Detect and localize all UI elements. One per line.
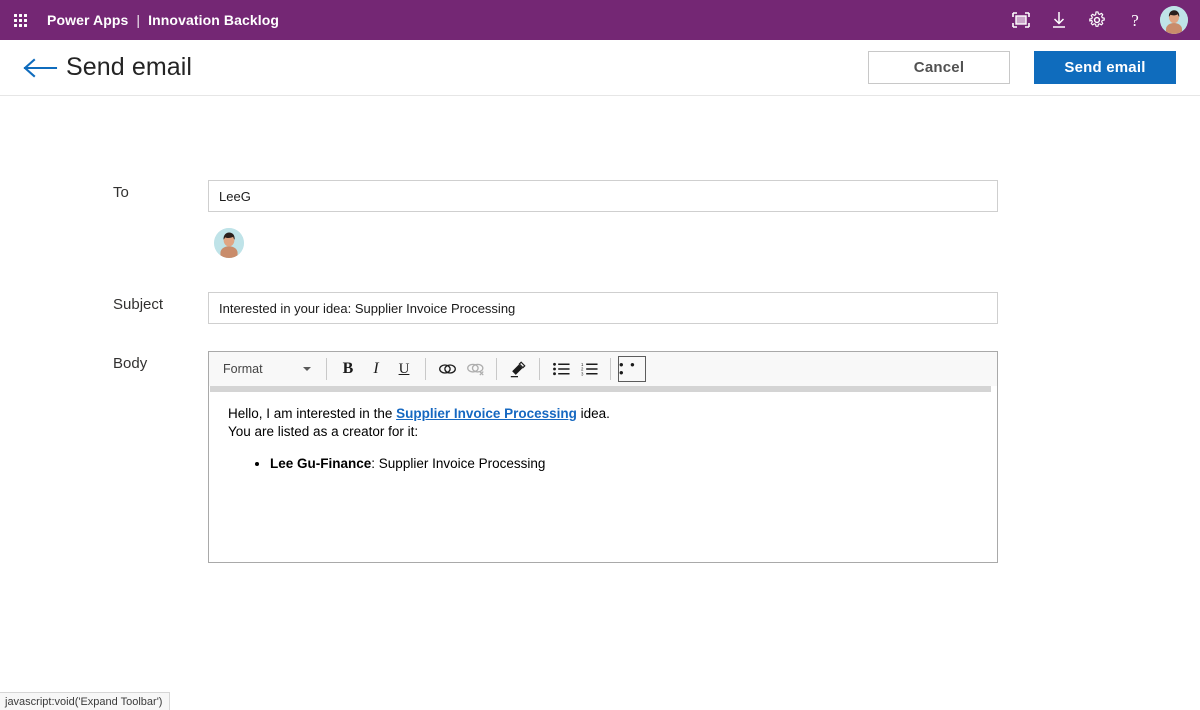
chevron-down-icon <box>303 367 311 371</box>
help-glyph: ? <box>1131 10 1139 30</box>
page-title: Send email <box>66 53 193 81</box>
download-icon[interactable] <box>1040 0 1078 40</box>
body-label: Body <box>113 355 148 372</box>
subject-row: Subject Interested in your idea: Supplie… <box>113 292 1200 324</box>
creator-list: Lee Gu-Finance: Supplier Invoice Process… <box>228 455 980 473</box>
cancel-button[interactable]: Cancel <box>868 51 1010 84</box>
bulleted-list-icon[interactable] <box>547 356 575 382</box>
waffle-grid <box>13 13 27 27</box>
back-button[interactable] <box>18 48 62 88</box>
suite-bar: Power Apps | Innovation Backlog ? <box>0 0 1200 40</box>
clear-formatting-icon[interactable] <box>504 356 532 382</box>
format-dropdown[interactable]: Format <box>215 356 319 382</box>
subject-label: Subject <box>113 296 164 313</box>
brand-label[interactable]: Power Apps <box>47 12 128 28</box>
body-line-1: Hello, I am interested in the Supplier I… <box>228 405 980 423</box>
subject-field-col: Interested in your idea: Supplier Invoic… <box>208 292 998 324</box>
italic-button[interactable]: I <box>362 356 390 382</box>
body-line-1-post: idea. <box>576 406 610 421</box>
creator-name: Lee Gu-Finance <box>270 455 372 471</box>
toolbar-separator <box>326 358 327 380</box>
format-dropdown-label: Format <box>223 362 263 376</box>
subject-input-value: Interested in your idea: Supplier Invoic… <box>219 300 516 316</box>
send-email-form: To LeeG Subject Interested in your idea:… <box>0 96 1200 563</box>
recipient-chip[interactable] <box>214 228 998 258</box>
to-input[interactable]: LeeG <box>208 180 998 212</box>
to-row: To LeeG <box>113 180 1200 258</box>
creator-separator: : <box>371 455 379 471</box>
toolbar-separator <box>539 358 540 380</box>
toolbar-separator <box>425 358 426 380</box>
body-line-2: You are listed as a creator for it: <box>228 423 419 439</box>
body-line-1-pre: Hello, I am interested in the <box>228 406 397 421</box>
command-bar: Send email Cancel Send email <box>0 40 1200 96</box>
to-field-col: LeeG <box>208 180 998 258</box>
fit-to-screen-icon[interactable] <box>1002 0 1040 40</box>
recipient-avatar <box>214 228 244 258</box>
body-row: Body Format B I U 1 2 3 • • • Hello, I a… <box>113 351 1200 563</box>
body-field-col: Format B I U 1 2 3 • • • Hello, I am int… <box>208 351 998 563</box>
creator-idea: Supplier Invoice Processing <box>378 455 546 471</box>
avatar[interactable] <box>1160 6 1188 34</box>
send-email-button[interactable]: Send email <box>1034 51 1176 84</box>
expand-toolbar-button[interactable]: • • • <box>618 356 646 382</box>
help-icon[interactable]: ? <box>1116 0 1154 40</box>
underline-button[interactable]: U <box>390 356 418 382</box>
svg-text:3: 3 <box>581 371 584 376</box>
to-input-value: LeeG <box>219 188 251 204</box>
expand-toolbar-glyph: • • • <box>619 357 637 380</box>
toolbar-separator <box>610 358 611 380</box>
email-body-content[interactable]: Hello, I am interested in the Supplier I… <box>210 393 998 561</box>
toolbar-divider <box>210 386 991 392</box>
numbered-list-icon[interactable]: 1 2 3 <box>575 356 603 382</box>
subject-input[interactable]: Interested in your idea: Supplier Invoic… <box>208 292 998 324</box>
suite-bar-actions: ? <box>1002 0 1200 40</box>
list-item: Lee Gu-Finance: Supplier Invoice Process… <box>270 455 980 473</box>
app-launcher-icon[interactable] <box>0 0 40 40</box>
app-name-label[interactable]: Innovation Backlog <box>148 12 279 28</box>
remove-link-icon <box>461 356 489 382</box>
toolbar-separator <box>496 358 497 380</box>
rte-toolbar: Format B I U 1 2 3 • • • <box>209 352 997 386</box>
insert-link-icon[interactable] <box>433 356 461 382</box>
to-label: To <box>113 184 129 201</box>
bold-button[interactable]: B <box>334 356 362 382</box>
gear-icon[interactable] <box>1078 0 1116 40</box>
rich-text-editor[interactable]: Format B I U 1 2 3 • • • Hello, I am int… <box>208 351 998 563</box>
command-bar-actions: Cancel Send email <box>868 51 1200 84</box>
idea-link[interactable]: Supplier Invoice Processing <box>396 406 577 421</box>
brand-area: Power Apps | Innovation Backlog <box>47 12 279 28</box>
status-bar: javascript:void('Expand Toolbar') <box>0 692 171 710</box>
brand-separator: | <box>136 12 141 28</box>
